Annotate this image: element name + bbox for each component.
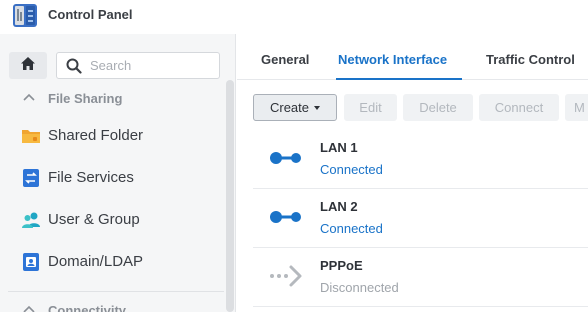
lan-connected-icon [269,150,303,171]
section-label: File Sharing [48,91,123,106]
sidebar-item-user-group[interactable]: User & Group [0,199,224,241]
sidebar-item-label: File Services [48,169,134,186]
create-button[interactable]: Create [253,94,337,121]
more-button[interactable]: M [565,94,588,121]
app-title: Control Panel [48,7,133,22]
sidebar-divider [8,291,224,292]
sidebar-item-label: Domain/LDAP [48,253,144,270]
interface-status: Connected [320,162,383,177]
edit-button[interactable]: Edit [344,94,397,121]
section-connectivity[interactable]: Connectivity [0,300,224,312]
interface-row-pppoe[interactable]: PPPoE Disconnected [253,248,588,307]
lan-connected-icon [269,209,303,230]
search-input[interactable] [90,56,210,75]
search-box[interactable] [56,52,220,79]
sidebar-item-shared-folder[interactable]: Shared Folder [0,115,224,157]
delete-button[interactable]: Delete [403,94,473,121]
connect-button[interactable]: Connect [479,94,559,121]
tab-traffic-control[interactable]: Traffic Control [486,52,575,67]
interface-name: LAN 2 [320,199,358,214]
domain-ldap-icon [21,252,41,272]
interface-name: PPPoE [320,258,363,273]
pppoe-disconnected-icon [269,264,303,293]
sidebar-item-domain-ldap[interactable]: Domain/LDAP [0,241,224,283]
interface-row-lan1[interactable]: LAN 1 Connected [253,130,588,189]
interface-row-lan2[interactable]: LAN 2 Connected [253,189,588,248]
chevron-up-icon [22,91,36,110]
title-bar: Control Panel [0,0,588,34]
caret-down-icon [314,105,321,110]
sidebar-item-label: User & Group [48,211,140,228]
home-icon [20,56,36,76]
interface-status: Connected [320,221,383,236]
user-group-icon [21,210,41,230]
tab-bar: General Network Interface Traffic Contro… [237,34,588,80]
section-file-sharing[interactable]: File Sharing [0,88,224,110]
file-services-icon [21,168,41,188]
home-button[interactable] [9,52,47,79]
main-panel: General Network Interface Traffic Contro… [237,34,588,312]
section-label: Connectivity [48,303,127,312]
sidebar-scrollbar[interactable] [226,80,234,312]
sidebar-item-label: Shared Folder [48,127,144,144]
interface-status: Disconnected [320,280,399,295]
control-panel-icon [12,3,38,28]
folder-icon [21,126,41,146]
toolbar: Create Edit Delete Connect M [237,80,588,124]
tab-network-interface[interactable]: Network Interface [338,52,447,67]
sidebar: File Sharing Shared Folder File Services [0,34,236,312]
create-button-label: Create [269,100,310,115]
tab-general[interactable]: General [261,52,309,67]
search-icon [66,58,82,79]
sidebar-item-file-services[interactable]: File Services [0,157,224,199]
interface-name: LAN 1 [320,140,358,155]
chevron-up-icon [22,303,36,312]
